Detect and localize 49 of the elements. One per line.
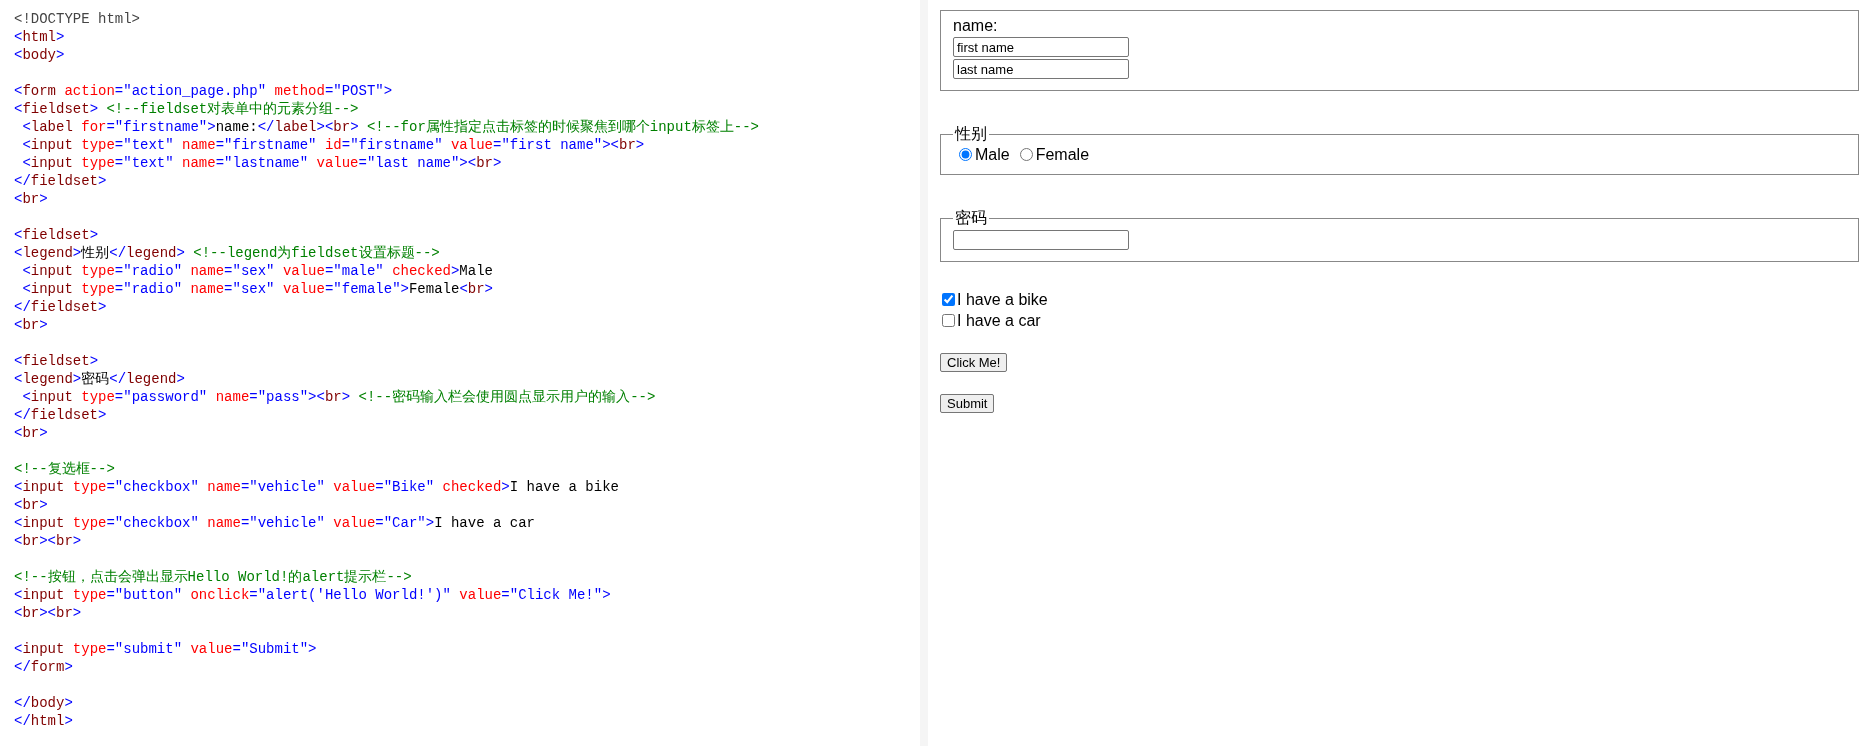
code-line: <!DOCTYPE html> xyxy=(14,11,141,27)
code-line: <input type="checkbox" name="vehicle" value="Bike" checked>I have a bike xyxy=(14,479,619,495)
code-line: </form> xyxy=(14,659,73,675)
code-line: <input type="password" name="pass"><br> <!--密码输入栏会使用圆点显示用户的输入--> xyxy=(21,389,656,405)
code-line: <br> xyxy=(14,317,48,333)
code-line: <html> xyxy=(14,29,65,45)
code-line: <br><br> xyxy=(14,533,82,549)
code-line: <input type="checkbox" name="vehicle" value="Car">I have a car xyxy=(14,515,535,531)
code-line: </body> xyxy=(14,695,73,711)
code-line: <br> xyxy=(14,497,48,513)
text-field[interactable]: last name xyxy=(953,59,1129,79)
fieldset-legend: 密码 xyxy=(953,208,989,229)
radio-button[interactable] xyxy=(959,148,972,161)
code-line: <!--复选框--> xyxy=(14,461,115,477)
code-line: <input type="text" name="firstname" id="firstname" value="first name"><br> xyxy=(21,137,645,153)
password-field[interactable] xyxy=(953,230,1129,250)
radio-button[interactable] xyxy=(1019,148,1033,161)
code-line: </html> xyxy=(14,713,73,729)
code-line: <input type="radio" name="sex" value="female">Female<br> xyxy=(21,281,493,297)
radio-label: Male xyxy=(975,145,1010,164)
name-label: name: xyxy=(953,17,998,35)
code-line: <body> xyxy=(14,47,65,63)
checkbox-label: I have a car xyxy=(957,311,1041,330)
form-button[interactable]: Click Me! xyxy=(940,353,1008,372)
code-line: </fieldset> xyxy=(14,407,107,423)
code-line: <input type="radio" name="sex" value="male" checked>Male xyxy=(21,263,493,279)
code-line: <legend>密码</legend> xyxy=(14,371,185,387)
checkbox[interactable] xyxy=(942,293,955,306)
checkbox-label: I have a bike xyxy=(957,290,1048,309)
code-line: <input type="submit" value="Submit"> xyxy=(14,641,317,657)
code-line: <legend>性别</legend> <!--legend为fieldset设置标题--> xyxy=(14,245,440,261)
code-line: </fieldset> xyxy=(14,299,107,315)
code-line: <br><br> xyxy=(14,605,82,621)
code-line: <br> xyxy=(14,191,48,207)
code-line: <form action="action_page.php" method="POST"> xyxy=(14,83,393,99)
code-line: <br> xyxy=(14,425,48,441)
code-line: <fieldset> <!--fieldset对表单中的元素分组--> xyxy=(14,101,359,117)
code-line: <fieldset> xyxy=(14,227,99,243)
code-line: <!--按钮，点击会弹出显示Hello World!的alert提示栏--> xyxy=(14,569,412,585)
fieldset-legend: 性别 xyxy=(953,124,989,145)
form-button[interactable]: Submit xyxy=(940,394,995,413)
text-field[interactable]: first name xyxy=(953,37,1129,57)
code-line: <fieldset> xyxy=(14,353,99,369)
code-line: <label for="firstname">name:</label><br> <!--for属性指定点击标签的时候聚焦到哪个input标签上--> xyxy=(21,119,759,135)
checkbox[interactable] xyxy=(942,314,955,327)
radio-label: Female xyxy=(1035,145,1090,164)
code-line: <input type="button" onclick="alert('Hello World!')" value="Click Me!"> xyxy=(14,587,611,603)
code-line: <input type="text" name="lastname" value="last name"><br> xyxy=(21,155,502,171)
code-line: </fieldset> xyxy=(14,173,107,189)
